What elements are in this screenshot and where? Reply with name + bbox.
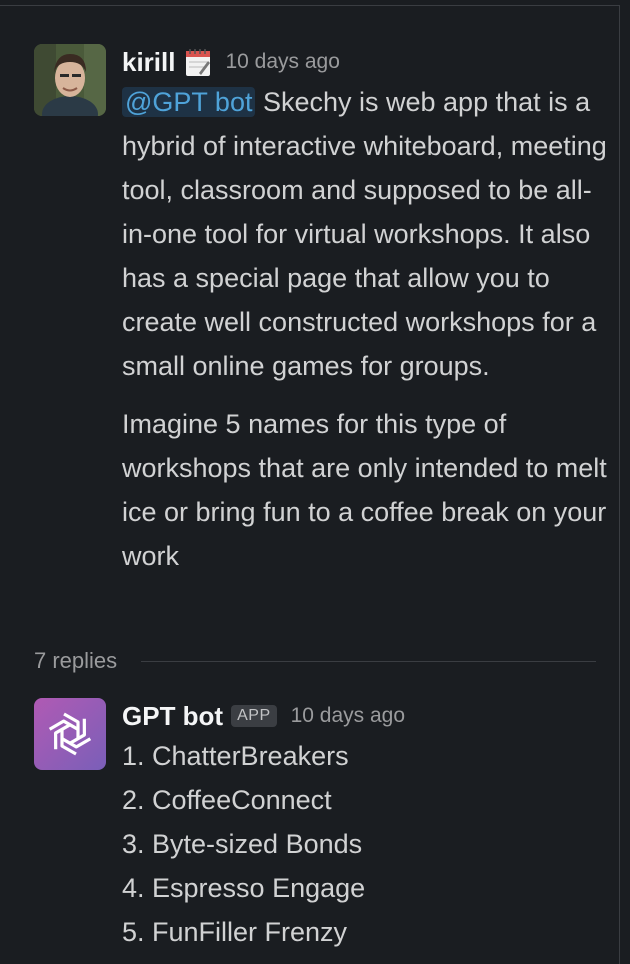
bot-avatar[interactable] [34, 698, 106, 770]
author-name[interactable]: kirill [122, 47, 175, 78]
mention-link[interactable]: @GPT bot [122, 87, 256, 117]
replies-count[interactable]: 7 replies [34, 648, 117, 674]
list-item: 5. FunFiller Frenzy [122, 917, 348, 947]
message-paragraph-1: @GPT bot Skechy is web app that is a hyb… [122, 80, 614, 388]
reply-list: 1. ChatterBreakers 2. CoffeeConnect 3. B… [122, 734, 614, 954]
author-name[interactable]: GPT bot [122, 701, 223, 732]
divider-line [141, 660, 596, 662]
timestamp[interactable]: 10 days ago [291, 704, 405, 728]
replies-divider: 7 replies [34, 646, 596, 676]
timestamp[interactable]: 10 days ago [225, 50, 339, 74]
message-text: Skechy is web app that is a hybrid of in… [122, 87, 607, 381]
app-badge: APP [231, 705, 277, 727]
list-item: 2. CoffeeConnect [122, 785, 332, 815]
list-item: 4. Espresso Engage [122, 873, 366, 903]
openai-logo-icon [48, 712, 92, 756]
message-header: kirill 10 days ago [122, 44, 614, 80]
message-header: GPT bot APP 10 days ago [122, 698, 614, 734]
calendar-notepad-icon [185, 47, 211, 77]
message-paragraph-2: Imagine 5 names for this type of worksho… [122, 409, 607, 571]
list-item: 3. Byte-sized Bonds [122, 829, 363, 859]
list-item: 1. ChatterBreakers [122, 741, 349, 771]
avatar[interactable] [34, 44, 106, 116]
